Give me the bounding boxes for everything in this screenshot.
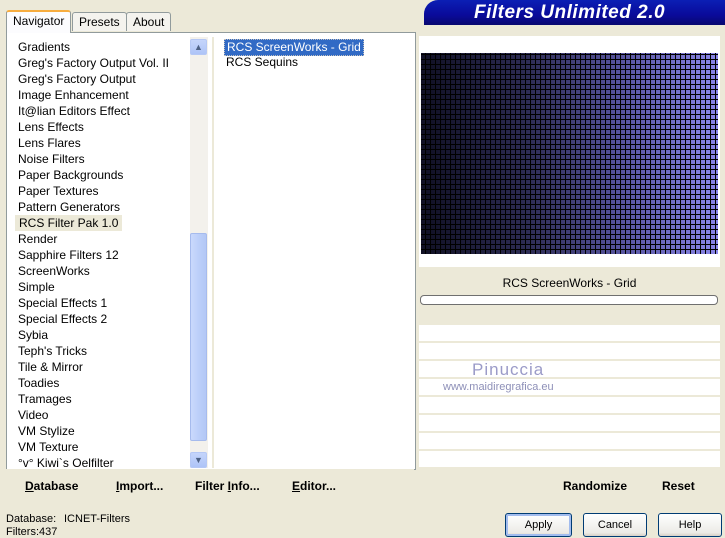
category-item[interactable]: Special Effects 1 (18, 295, 107, 311)
editor-button-mnemonic: E (292, 479, 301, 493)
parameter-row (419, 396, 720, 413)
category-item[interactable]: Sybia (18, 327, 48, 343)
category-item[interactable]: Paper Textures (18, 183, 99, 199)
parameter-row (419, 342, 720, 359)
category-item[interactable]: RCS Filter Pak 1.0 (15, 215, 123, 231)
database-status: Database: ICNET-Filters (6, 513, 130, 525)
watermark-url: www.maidiregrafica.eu (443, 381, 554, 393)
scroll-up-button[interactable]: ▲ (190, 39, 207, 55)
editor-button[interactable]: Editor... (292, 479, 336, 493)
app-title-banner: Filters Unlimited 2.0 (424, 0, 725, 25)
category-item[interactable]: Greg's Factory Output (18, 71, 136, 87)
category-item[interactable]: Render (18, 231, 57, 247)
category-item[interactable]: Toadies (18, 375, 59, 391)
category-item[interactable]: Gradients (18, 39, 70, 55)
category-item[interactable]: Simple (18, 279, 55, 295)
cancel-button[interactable]: Cancel (583, 513, 647, 537)
filter-info-button[interactable]: Filter Info... (195, 479, 260, 493)
preview-button-bar: Randomize Reset (419, 469, 720, 501)
filters-status-label: Filters: (6, 526, 39, 538)
filter-item[interactable]: RCS ScreenWorks - Grid (224, 39, 364, 56)
apply-button[interactable]: Apply (505, 513, 572, 537)
category-list: Gradients Greg's Factory Output Vol. II Gr… (7, 37, 190, 470)
database-status-label: Database: (6, 513, 57, 525)
filter-item[interactable]: RCS Sequins (224, 55, 300, 70)
category-item[interactable]: Special Effects 2 (18, 311, 107, 327)
tab-about[interactable]: About (126, 12, 172, 31)
import-button-label: mport... (119, 479, 164, 493)
category-item[interactable]: VM Stylize (18, 423, 75, 439)
help-button[interactable]: Help (658, 513, 722, 537)
database-status-value: ICNET-Filters (64, 513, 130, 525)
database-button-mnemonic: D (25, 479, 34, 493)
category-item[interactable]: Tile & Mirror (18, 359, 83, 375)
tab-navigator[interactable]: Navigator (6, 10, 72, 33)
parameter-row (419, 324, 720, 341)
filter-list: RCS ScreenWorks - Grid RCS Sequins (215, 37, 413, 467)
filters-status-value: 437 (39, 526, 58, 538)
reset-button[interactable]: Reset (662, 479, 695, 493)
category-item[interactable]: Sapphire Filters 12 (18, 247, 119, 263)
filters-status: Filters:437 (6, 526, 57, 538)
parameter-row (419, 432, 720, 449)
filter-info-button-label: nfo... (231, 479, 260, 493)
category-item[interactable]: VM Texture (18, 439, 78, 455)
category-item[interactable]: Tramages (18, 391, 72, 407)
category-scrollbar[interactable]: ▲ ▼ (190, 37, 208, 468)
parameter-row (419, 360, 720, 377)
navigator-button-bar: Database Import... Filter Info... Editor… (6, 469, 414, 501)
randomize-button[interactable]: Randomize (563, 479, 627, 493)
scroll-down-button[interactable]: ▼ (190, 452, 207, 468)
watermark-name: Pinuccia (472, 360, 545, 379)
category-item[interactable]: Noise Filters (18, 151, 85, 167)
category-item[interactable]: Video (18, 407, 48, 423)
parameter-area (419, 324, 720, 469)
panel-divider (212, 37, 214, 468)
category-item[interactable]: Teph's Tricks (18, 343, 87, 359)
editor-button-label: ditor... (300, 479, 337, 493)
category-item[interactable]: Greg's Factory Output Vol. II (18, 55, 169, 71)
category-item[interactable]: Pattern Generators (18, 199, 120, 215)
category-item[interactable]: Lens Effects (18, 119, 84, 135)
filter-info-button-label-pre: Filter (195, 479, 228, 493)
database-button-label: atabase (33, 479, 79, 493)
preview-image (421, 53, 718, 254)
category-item[interactable]: It@lian Editors Effect (18, 103, 130, 119)
parameter-row (419, 414, 720, 431)
category-item[interactable]: Lens Flares (18, 135, 81, 151)
parameter-row (419, 450, 720, 467)
scroll-thumb[interactable] (190, 233, 207, 441)
database-button[interactable]: Database (25, 479, 78, 493)
tab-presets[interactable]: Presets (72, 12, 127, 31)
category-item[interactable]: Image Enhancement (18, 87, 129, 103)
category-item[interactable]: Paper Backgrounds (18, 167, 123, 183)
category-item[interactable]: ScreenWorks (18, 263, 90, 279)
preview-filter-name: RCS ScreenWorks - Grid (502, 276, 637, 290)
import-button[interactable]: Import... (116, 479, 163, 493)
progress-bar (420, 295, 718, 305)
